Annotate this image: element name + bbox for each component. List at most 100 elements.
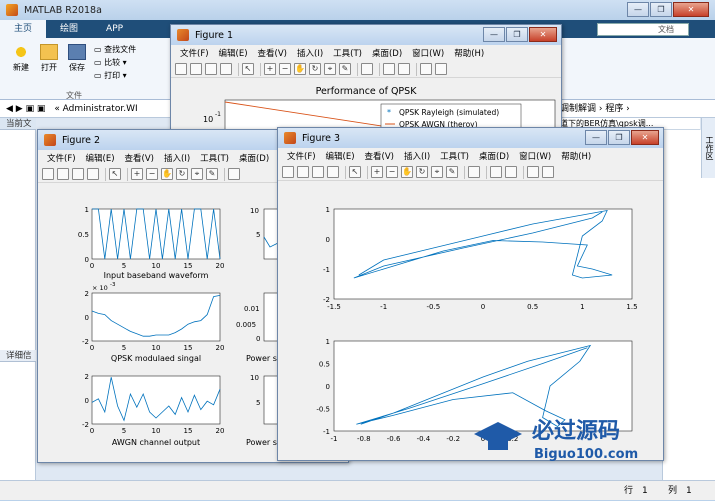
minimize-button[interactable]: — [627, 2, 649, 17]
print-icon[interactable] [220, 63, 232, 75]
menu-file[interactable]: 文件(F) [175, 47, 214, 59]
find-files-button[interactable]: ▭ 查找文件 [94, 43, 136, 56]
menu-file[interactable]: 文件(F) [282, 150, 321, 162]
colorbar-icon[interactable] [383, 63, 395, 75]
fig1-minimize-button[interactable]: — [483, 27, 505, 42]
menu-tools[interactable]: 工具(T) [328, 47, 367, 59]
print-button[interactable]: ▭ 打印 ▾ [94, 69, 136, 82]
zoom-in-icon[interactable]: + [264, 63, 276, 75]
back-forward-icons[interactable]: ◀ ▶ ▣ ▣ [0, 104, 45, 114]
legend-icon[interactable] [505, 166, 517, 178]
tab-home[interactable]: 主页 [0, 20, 47, 38]
dock-icon[interactable] [542, 166, 554, 178]
y-tick-label: 0 [85, 397, 89, 405]
new-figure-icon[interactable] [42, 168, 54, 180]
maximize-button[interactable]: ❐ [650, 2, 672, 17]
fig3-minimize-button[interactable]: — [585, 130, 607, 145]
x-tick-label: 15 [184, 427, 193, 435]
fig1-maximize-button[interactable]: ❐ [506, 27, 528, 42]
menu-edit[interactable]: 编辑(E) [214, 47, 253, 59]
figure1-window[interactable]: Figure 1 — ❐ ✕ 文件(F) 编辑(E) 查看(V) 插入(I) 工… [170, 24, 562, 134]
hide-tools-icon[interactable] [527, 166, 539, 178]
tab-apps[interactable]: APP [92, 20, 137, 38]
fig3-maximize-button[interactable]: ❐ [608, 130, 630, 145]
y-tick-label: 1 [85, 206, 89, 214]
menu-tools[interactable]: 工具(T) [435, 150, 474, 162]
pointer-icon[interactable]: ↖ [349, 166, 361, 178]
rotate-icon[interactable]: ↻ [309, 63, 321, 75]
menu-insert[interactable]: 插入(I) [399, 150, 435, 162]
workspace-vertical-tab[interactable]: 工作区 [701, 118, 715, 178]
link-icon[interactable] [361, 63, 373, 75]
menu-help[interactable]: 帮助(H) [449, 47, 489, 59]
brush-icon[interactable]: ✎ [446, 166, 458, 178]
colorbar-icon[interactable] [490, 166, 502, 178]
address-path[interactable]: « Administrator.WI [54, 104, 137, 114]
hide-tools-icon[interactable] [420, 63, 432, 75]
new-figure-icon[interactable] [282, 166, 294, 178]
menu-desktop[interactable]: 桌面(D) [474, 150, 514, 162]
datatip-icon[interactable]: ⌖ [191, 168, 203, 180]
zoom-out-icon[interactable]: − [279, 63, 291, 75]
link-icon[interactable] [228, 168, 240, 180]
pointer-icon[interactable]: ↖ [242, 63, 254, 75]
print-icon[interactable] [327, 166, 339, 178]
save-button[interactable]: 保存 [64, 44, 90, 73]
figure-icon [284, 132, 296, 144]
zoom-out-icon[interactable]: − [386, 166, 398, 178]
menu-edit[interactable]: 编辑(E) [81, 152, 120, 164]
status-bar: 行 1 列 1 [0, 480, 715, 500]
search-docs-input[interactable]: 文档 [597, 23, 689, 36]
new-plus-icon [12, 44, 30, 60]
menu-desktop[interactable]: 桌面(D) [234, 152, 274, 164]
fig1-close-button[interactable]: ✕ [529, 27, 557, 42]
pan-icon[interactable]: ✋ [161, 168, 173, 180]
datatip-icon[interactable]: ⌖ [324, 63, 336, 75]
figure3-title: Figure 3 [302, 132, 341, 144]
menu-insert[interactable]: 插入(I) [159, 152, 195, 164]
pan-icon[interactable]: ✋ [401, 166, 413, 178]
menu-view[interactable]: 查看(V) [360, 150, 399, 162]
pointer-icon[interactable]: ↖ [109, 168, 121, 180]
save-icon[interactable] [72, 168, 84, 180]
pan-icon[interactable]: ✋ [294, 63, 306, 75]
rotate-icon[interactable]: ↻ [176, 168, 188, 180]
datatip-icon[interactable]: ⌖ [431, 166, 443, 178]
menu-desktop[interactable]: 桌面(D) [367, 47, 407, 59]
brush-icon[interactable]: ✎ [206, 168, 218, 180]
dock-icon[interactable] [435, 63, 447, 75]
close-button[interactable]: ✕ [673, 2, 709, 17]
zoom-out-icon[interactable]: − [146, 168, 158, 180]
open-icon[interactable] [57, 168, 69, 180]
menu-help[interactable]: 帮助(H) [556, 150, 596, 162]
brush-icon[interactable]: ✎ [339, 63, 351, 75]
details-header: 详细信 [0, 350, 36, 362]
fig3-close-button[interactable]: ✕ [631, 130, 659, 145]
new-button[interactable]: 新建 [8, 44, 34, 73]
save-icon[interactable] [205, 63, 217, 75]
menu-view[interactable]: 查看(V) [120, 152, 159, 164]
address-right[interactable]: 调制解调 › 程序 › [560, 100, 630, 118]
menu-insert[interactable]: 插入(I) [292, 47, 328, 59]
open-button[interactable]: 打开 [36, 44, 62, 73]
rotate-icon[interactable]: ↻ [416, 166, 428, 178]
menu-file[interactable]: 文件(F) [42, 152, 81, 164]
open-icon[interactable] [297, 166, 309, 178]
new-figure-icon[interactable] [175, 63, 187, 75]
legend-icon[interactable] [398, 63, 410, 75]
save-icon[interactable] [312, 166, 324, 178]
zoom-in-icon[interactable]: + [131, 168, 143, 180]
link-icon[interactable] [468, 166, 480, 178]
zoom-in-icon[interactable]: + [371, 166, 383, 178]
figure3-toolbar: ↖ + − ✋ ↻ ⌖ ✎ [278, 164, 663, 181]
compare-button[interactable]: ▭ 比较 ▾ [94, 56, 136, 69]
print-icon[interactable] [87, 168, 99, 180]
menu-window[interactable]: 窗口(W) [514, 150, 556, 162]
menu-edit[interactable]: 编辑(E) [321, 150, 360, 162]
menu-window[interactable]: 窗口(W) [407, 47, 449, 59]
figure-icon [44, 134, 56, 146]
menu-tools[interactable]: 工具(T) [195, 152, 234, 164]
menu-view[interactable]: 查看(V) [253, 47, 292, 59]
open-icon[interactable] [190, 63, 202, 75]
tab-plots[interactable]: 绘图 [46, 20, 92, 38]
